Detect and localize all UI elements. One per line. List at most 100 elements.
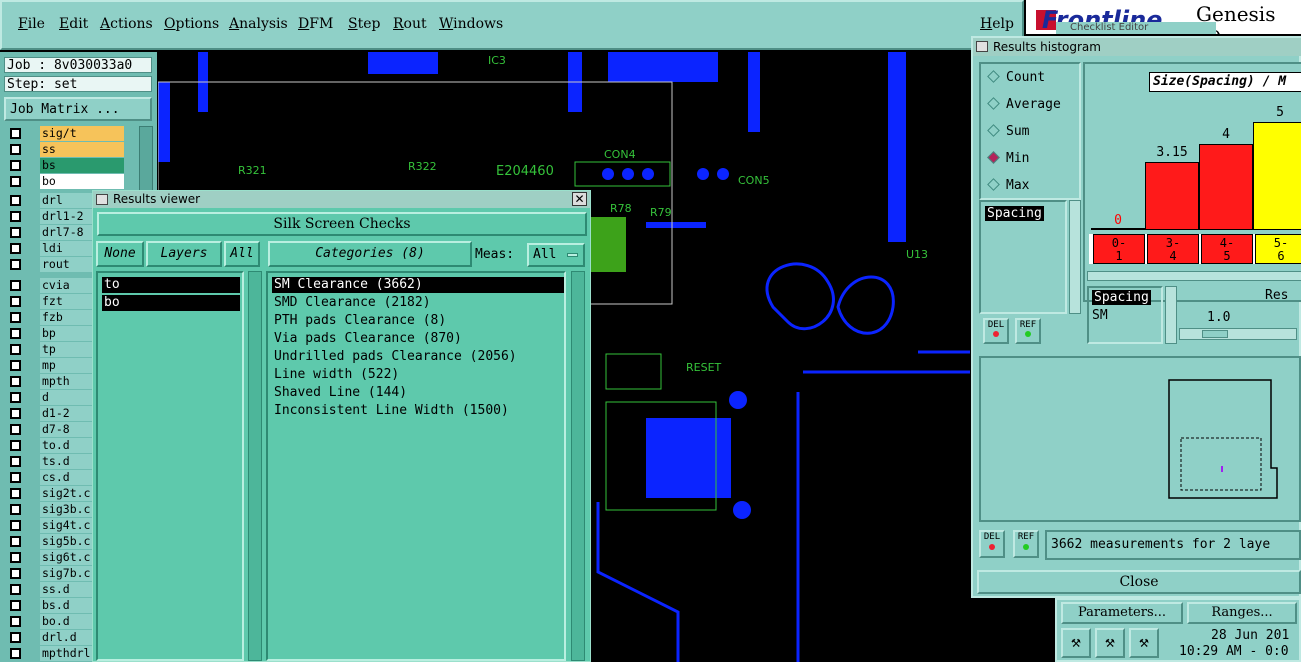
- layer-checkbox[interactable]: [10, 568, 21, 579]
- none-button[interactable]: None: [96, 241, 144, 267]
- layer-checkbox[interactable]: [10, 424, 21, 435]
- category-list-item[interactable]: Inconsistent Line Width (1500): [272, 403, 564, 419]
- mode-radio-min[interactable]: Min: [987, 151, 1029, 166]
- attr1-item[interactable]: Spacing: [985, 206, 1044, 221]
- job-matrix-button[interactable]: Job Matrix ...: [4, 97, 152, 121]
- category-list-item[interactable]: Undrilled pads Clearance (2056): [272, 349, 564, 365]
- layer-checkbox[interactable]: [10, 440, 21, 451]
- layer-row[interactable]: ss: [6, 142, 124, 157]
- category-list-item[interactable]: SMD Clearance (2182): [272, 295, 564, 311]
- attribute-list-1[interactable]: Spacing: [979, 200, 1067, 314]
- menu-edit[interactable]: Edit: [59, 16, 88, 32]
- category-list-item[interactable]: Shaved Line (144): [272, 385, 564, 401]
- layer-checkbox[interactable]: [10, 584, 21, 595]
- close-button[interactable]: Close: [977, 570, 1301, 594]
- attribute-list-2[interactable]: Spacing SM: [1087, 286, 1163, 344]
- board-preview[interactable]: [979, 356, 1301, 522]
- layer-row[interactable]: sig/t: [6, 126, 124, 141]
- layer-checkbox[interactable]: [10, 648, 21, 659]
- menu-windows[interactable]: Windows: [439, 16, 503, 32]
- mode-radio-average[interactable]: Average: [987, 97, 1061, 112]
- layer-checkbox[interactable]: [10, 195, 21, 206]
- menu-dfm[interactable]: DFM: [298, 16, 333, 32]
- layer-checkbox[interactable]: [10, 312, 21, 323]
- menu-analysis[interactable]: Analysis: [229, 16, 288, 32]
- histogram-bar[interactable]: [1199, 144, 1253, 230]
- layer-checkbox[interactable]: [10, 176, 21, 187]
- layer-checkbox[interactable]: [10, 552, 21, 563]
- del-button[interactable]: DEL: [979, 530, 1005, 558]
- layers-scrollbar[interactable]: [248, 271, 262, 661]
- layer-name[interactable]: bo: [40, 174, 124, 189]
- ref-button[interactable]: REF: [1013, 530, 1039, 558]
- category-list-item[interactable]: PTH pads Clearance (8): [272, 313, 564, 329]
- layer-list-item[interactable]: to: [102, 277, 240, 293]
- layer-checkbox[interactable]: [10, 211, 21, 222]
- layer-checkbox[interactable]: [10, 520, 21, 531]
- layer-name[interactable]: bs: [40, 158, 124, 173]
- layer-checkbox[interactable]: [10, 392, 21, 403]
- layer-checkbox[interactable]: [10, 227, 21, 238]
- layer-checkbox[interactable]: [10, 344, 21, 355]
- menu-help[interactable]: Help: [980, 16, 1014, 32]
- categories-scrollbar[interactable]: [571, 271, 585, 661]
- mode-radio-sum[interactable]: Sum: [987, 124, 1029, 139]
- layer-checkbox[interactable]: [10, 632, 21, 643]
- run-next-icon[interactable]: ⚒: [1095, 628, 1125, 658]
- layer-name[interactable]: ss: [40, 142, 124, 157]
- close-icon[interactable]: ✕: [572, 192, 587, 206]
- layer-checkbox[interactable]: [10, 536, 21, 547]
- attr2-item-selected[interactable]: Spacing: [1092, 290, 1151, 305]
- layer-checkbox[interactable]: [10, 472, 21, 483]
- layer-checkbox[interactable]: [10, 296, 21, 307]
- layer-checkbox[interactable]: [10, 160, 21, 171]
- res-slider[interactable]: [1179, 328, 1297, 340]
- histogram-bar[interactable]: [1253, 122, 1301, 230]
- menu-actions[interactable]: Actions: [100, 16, 153, 32]
- histogram-bin-label[interactable]: 4- 5: [1201, 234, 1253, 264]
- attr2-scrollbar[interactable]: [1165, 286, 1177, 344]
- histogram-hscroll[interactable]: [1087, 271, 1301, 281]
- res-slider-thumb[interactable]: [1202, 330, 1228, 338]
- layer-checkbox[interactable]: [10, 456, 21, 467]
- checklist-editor-title[interactable]: Checklist Editor: [1056, 22, 1216, 34]
- parameters-button[interactable]: Parameters...: [1061, 602, 1183, 624]
- histogram-bin-label[interactable]: 0- 1: [1093, 234, 1145, 264]
- ref-button-top[interactable]: REF: [1015, 318, 1041, 344]
- layer-row[interactable]: bs: [6, 158, 124, 173]
- category-list-item[interactable]: Line width (522): [272, 367, 564, 383]
- histogram-bin-label[interactable]: 5- 6: [1255, 234, 1301, 264]
- layer-checkbox[interactable]: [10, 259, 21, 270]
- layer-checkbox[interactable]: [10, 243, 21, 254]
- layer-checkbox[interactable]: [10, 128, 21, 139]
- del-button-top[interactable]: DEL: [983, 318, 1009, 344]
- results-viewer-titlebar[interactable]: Results viewer ✕: [93, 191, 590, 208]
- ranges-button[interactable]: Ranges...: [1187, 602, 1297, 624]
- layer-list-item[interactable]: bo: [102, 295, 240, 311]
- menu-file[interactable]: File: [18, 16, 45, 32]
- mode-radio-count[interactable]: Count: [987, 70, 1045, 85]
- layers-list[interactable]: to bo: [96, 271, 244, 661]
- attr2-item[interactable]: SM: [1092, 308, 1108, 323]
- layer-checkbox[interactable]: [10, 280, 21, 291]
- layer-checkbox[interactable]: [10, 488, 21, 499]
- layer-checkbox[interactable]: [10, 616, 21, 627]
- layer-checkbox[interactable]: [10, 328, 21, 339]
- run-all-icon[interactable]: ⚒: [1129, 628, 1159, 658]
- attr1-scrollbar[interactable]: [1069, 200, 1081, 314]
- all-layers-button[interactable]: All: [224, 241, 260, 267]
- histogram-bin-label[interactable]: 3- 4: [1147, 234, 1199, 264]
- mode-radio-max[interactable]: Max: [987, 178, 1029, 193]
- menu-options[interactable]: Options: [164, 16, 219, 32]
- histogram-bar[interactable]: [1145, 162, 1199, 230]
- layer-checkbox[interactable]: [10, 144, 21, 155]
- menu-step[interactable]: Step: [348, 16, 380, 32]
- category-list-item[interactable]: SM Clearance (3662): [272, 277, 564, 293]
- layer-row[interactable]: bo: [6, 174, 124, 189]
- layer-checkbox[interactable]: [10, 360, 21, 371]
- layer-name[interactable]: sig/t: [40, 126, 124, 141]
- meas-dropdown[interactable]: All: [527, 243, 585, 267]
- layer-checkbox[interactable]: [10, 376, 21, 387]
- category-list-item[interactable]: Via pads Clearance (870): [272, 331, 564, 347]
- run-action-icon[interactable]: ⚒: [1061, 628, 1091, 658]
